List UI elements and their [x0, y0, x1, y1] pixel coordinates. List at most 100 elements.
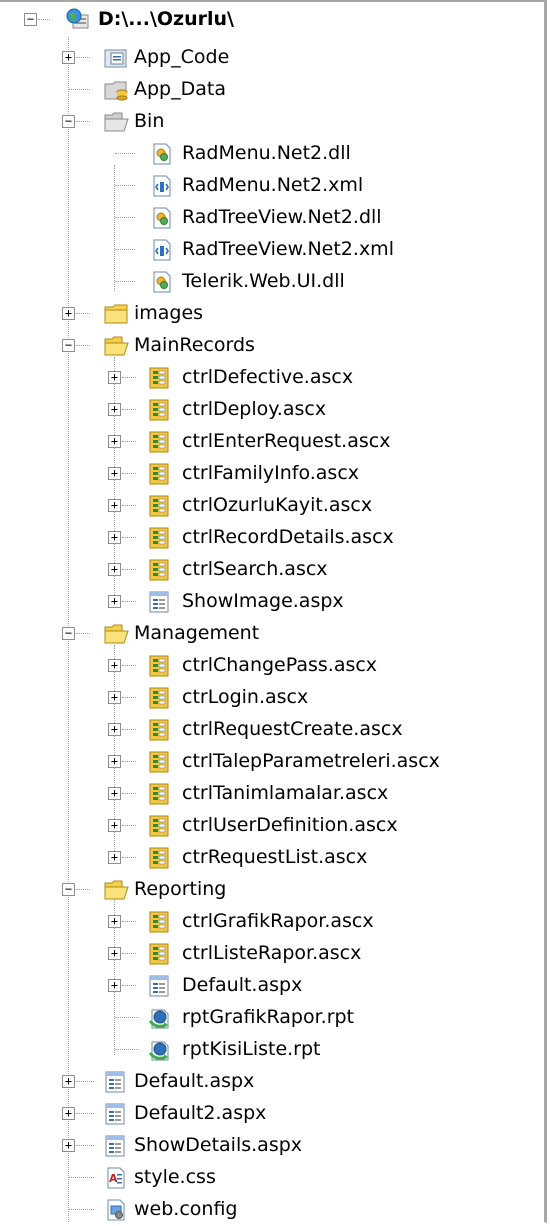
expand-toggle[interactable]: +	[108, 467, 121, 480]
tree-connector	[122, 409, 136, 410]
ascx-icon	[148, 527, 172, 549]
tree-item[interactable]: + ctrLogin.ascx	[0, 682, 540, 714]
tree-item[interactable]: + ctrlChangePass.ascx	[0, 650, 540, 682]
tree-connector	[115, 281, 135, 282]
tree-item[interactable]: + ShowImage.aspx	[0, 586, 540, 618]
xml-icon	[150, 239, 174, 261]
expand-toggle[interactable]: +	[108, 947, 121, 960]
expand-toggle[interactable]: +	[108, 755, 121, 768]
tree-item[interactable]: + ctrlListeRapor.ascx	[0, 938, 540, 970]
tree-item-label: ctrLogin.ascx	[182, 686, 309, 708]
tree-item[interactable]: + images	[0, 298, 540, 330]
expand-toggle[interactable]: +	[108, 915, 121, 928]
open-folder-icon	[104, 111, 129, 133]
tree-item[interactable]: App_Data	[0, 74, 540, 106]
expand-toggle[interactable]: +	[108, 371, 121, 384]
tree-item[interactable]: + ctrlRequestCreate.ascx	[0, 714, 540, 746]
tree-item[interactable]: rptGrafikRapor.rpt	[0, 1002, 540, 1034]
tree-item[interactable]: A style.css	[0, 1162, 540, 1194]
expand-toggle[interactable]: +	[62, 1139, 75, 1152]
aspx-icon	[104, 1103, 128, 1125]
tree-item[interactable]: + ctrlDeploy.ascx	[0, 394, 540, 426]
tree-item-label: RadMenu.Net2.xml	[182, 174, 364, 196]
collapse-toggle[interactable]: −	[24, 13, 37, 26]
tree-item[interactable]: + ctrlGrafikRapor.ascx	[0, 906, 540, 938]
expand-toggle[interactable]: +	[108, 595, 121, 608]
tree-item[interactable]: + ctrlOzurluKayit.ascx	[0, 490, 540, 522]
tree-item-label: RadMenu.Net2.dll	[182, 142, 351, 164]
expand-toggle[interactable]: +	[108, 819, 121, 832]
collapse-toggle[interactable]: −	[62, 339, 75, 352]
expand-toggle[interactable]: +	[108, 435, 121, 448]
collapse-toggle[interactable]: −	[62, 883, 75, 896]
expand-toggle[interactable]: +	[62, 307, 75, 320]
ascx-icon	[148, 815, 172, 837]
tree-item[interactable]: web.config	[0, 1194, 540, 1226]
expand-toggle[interactable]: +	[108, 851, 121, 864]
tree-item[interactable]: + ctrlRecordDetails.ascx	[0, 522, 540, 554]
expand-toggle[interactable]: +	[62, 1107, 75, 1120]
solution-explorer-tree[interactable]: − D:\...\Ozurlu\ + App_Code App_Data − B…	[0, 0, 540, 1225]
tree-item[interactable]: + ctrlTanimlamalar.ascx	[0, 778, 540, 810]
ascx-icon	[148, 431, 172, 453]
tree-connector	[76, 1081, 94, 1082]
tree-item[interactable]: RadTreeView.Net2.xml	[0, 234, 540, 266]
expand-toggle[interactable]: +	[108, 563, 121, 576]
tree-connector	[76, 121, 90, 122]
tree-item[interactable]: + ctrlDefective.ascx	[0, 362, 540, 394]
expand-toggle[interactable]: +	[108, 787, 121, 800]
collapse-toggle[interactable]: −	[62, 627, 75, 640]
expand-toggle[interactable]: +	[62, 51, 75, 64]
tree-item[interactable]: + Default2.aspx	[0, 1098, 540, 1130]
tree-item-label: Telerik.Web.UI.dll	[182, 270, 345, 292]
expand-toggle[interactable]: +	[108, 403, 121, 416]
tree-item-label: Bin	[134, 110, 165, 132]
tree-connector	[115, 217, 135, 218]
ascx-icon	[148, 943, 172, 965]
tree-item[interactable]: − Bin	[0, 106, 540, 138]
expand-toggle[interactable]: +	[108, 531, 121, 544]
tree-item[interactable]: + Default.aspx	[0, 1066, 540, 1098]
expand-toggle[interactable]: +	[62, 1075, 75, 1088]
tree-item[interactable]: RadTreeView.Net2.dll	[0, 202, 540, 234]
tree-connector	[122, 473, 136, 474]
tree-item[interactable]: + ShowDetails.aspx	[0, 1130, 540, 1162]
expand-toggle[interactable]: +	[108, 499, 121, 512]
tree-item[interactable]: RadMenu.Net2.xml	[0, 170, 540, 202]
tree-item[interactable]: + Default.aspx	[0, 970, 540, 1002]
tree-item-label: Default.aspx	[134, 1070, 255, 1092]
tree-item[interactable]: + ctrlFamilyInfo.ascx	[0, 458, 540, 490]
ascx-icon	[148, 463, 172, 485]
tree-item[interactable]: + ctrlUserDefinition.ascx	[0, 810, 540, 842]
tree-item[interactable]: + ctrlEnterRequest.ascx	[0, 426, 540, 458]
tree-item[interactable]: + ctrlSearch.ascx	[0, 554, 540, 586]
aspx-icon	[104, 1071, 128, 1093]
tree-connector	[122, 825, 136, 826]
tree-connector	[115, 1049, 139, 1050]
collapse-toggle[interactable]: −	[62, 115, 75, 128]
tree-connector	[76, 1145, 94, 1146]
tree-connector	[122, 505, 136, 506]
tree-item-label: images	[134, 302, 204, 324]
tree-item[interactable]: RadMenu.Net2.dll	[0, 138, 540, 170]
tree-root-node[interactable]: − D:\...\Ozurlu\	[0, 5, 540, 37]
tree-item[interactable]: Telerik.Web.UI.dll	[0, 266, 540, 298]
tree-connector	[76, 633, 90, 634]
tree-item[interactable]: + App_Code	[0, 42, 540, 74]
expand-toggle[interactable]: +	[108, 691, 121, 704]
tree-item-label: App_Data	[134, 78, 226, 100]
tree-item[interactable]: − Reporting	[0, 874, 540, 906]
open-folder-icon	[104, 623, 129, 645]
tree-connector	[76, 345, 90, 346]
tree-item[interactable]: − Management	[0, 618, 540, 650]
tree-item[interactable]: + ctrlTalepParametreleri.ascx	[0, 746, 540, 778]
tree-item[interactable]: rptKisiListe.rpt	[0, 1034, 540, 1066]
tree-item-label: Default.aspx	[182, 974, 303, 996]
expand-toggle[interactable]: +	[108, 723, 121, 736]
expand-toggle[interactable]: +	[108, 979, 121, 992]
tree-item-label: App_Code	[134, 46, 230, 68]
tree-connector	[122, 665, 136, 666]
expand-toggle[interactable]: +	[108, 659, 121, 672]
tree-item[interactable]: − MainRecords	[0, 330, 540, 362]
tree-item[interactable]: + ctrRequestList.ascx	[0, 842, 540, 874]
